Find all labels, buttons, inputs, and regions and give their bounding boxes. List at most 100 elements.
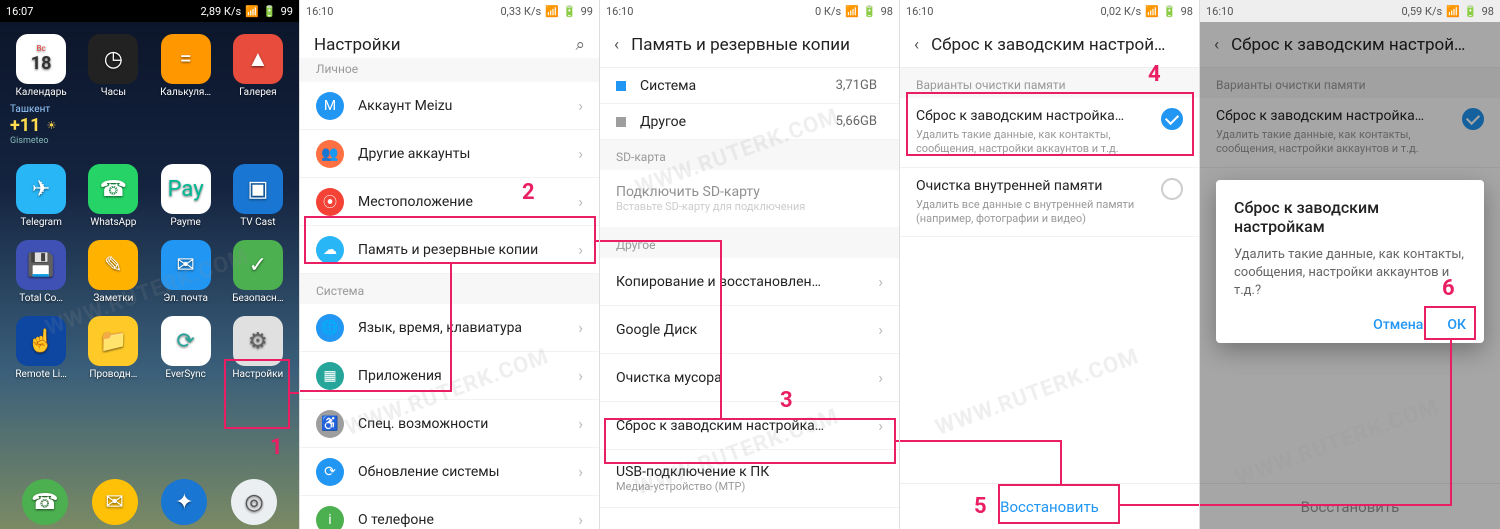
dock-app[interactable]: ✦	[161, 479, 207, 525]
app-Эл. почта[interactable]: ✉ Эл. почта	[151, 240, 221, 304]
settings-row[interactable]: ♿Спец. возможности›	[300, 400, 599, 448]
signal-icon: 📶	[1446, 5, 1460, 18]
search-icon[interactable]: ⌕	[575, 35, 585, 55]
app-Галерея[interactable]: ▲Галерея	[223, 34, 293, 98]
app-label: Payme	[170, 217, 200, 228]
opt-clear-storage[interactable]: Очистка внутренней памяти Удалить все да…	[900, 168, 1199, 238]
app-label: Проводн…	[89, 369, 137, 380]
app-Калькуля…[interactable]: =Калькуля…	[151, 34, 221, 98]
app-label: Remote Li…	[15, 369, 67, 380]
chevron-right-icon: ›	[878, 272, 883, 291]
section-personal: Личное	[300, 58, 599, 82]
battery-icon: 🔋	[863, 5, 877, 18]
app-icon: 💾	[16, 240, 66, 290]
app-Total Co…[interactable]: 💾 Total Co…	[6, 240, 76, 304]
memory-row[interactable]: USB-подключение к ПКМедиа-устройство (MT…	[600, 450, 899, 508]
chevron-right-icon: ›	[878, 368, 883, 387]
app-icon: ✉	[161, 240, 211, 290]
app-label: Часы	[101, 87, 126, 98]
memory-row[interactable]: Google Диск›	[600, 306, 899, 354]
sb-bat: 98	[881, 5, 893, 18]
restore-button[interactable]: Восстановить	[900, 483, 1199, 529]
signal-icon: 📶	[545, 5, 559, 18]
dialog-message: Удалить такие данные, как контакты, сооб…	[1234, 246, 1466, 301]
connect-sd: Подключить SD-карту Вставьте SD-карту дл…	[600, 170, 899, 228]
section-sd: SD-карта	[600, 140, 899, 170]
row-icon: 🌐	[316, 314, 344, 342]
memory-row[interactable]: Очистка мусора›	[600, 354, 899, 402]
app-EverSync[interactable]: ⟳EverSync	[151, 316, 221, 380]
color-swatch-icon	[616, 117, 626, 127]
weather-widget[interactable]: Ташкент +11 ☀ Gismeteo	[0, 98, 299, 152]
app-icon: ✈	[16, 164, 66, 214]
sb-bat: 98	[1181, 5, 1193, 18]
signal-icon: 📶	[845, 5, 859, 18]
checkbox-off-icon[interactable]	[1161, 178, 1183, 200]
app-icon: ☎	[88, 164, 138, 214]
step-4: 4	[1148, 62, 1161, 87]
settings-row[interactable]: iО телефоне›	[300, 496, 599, 529]
back-icon[interactable]: ‹	[914, 35, 919, 55]
checkbox-on-icon[interactable]	[1161, 108, 1183, 130]
step-5: 5	[974, 494, 987, 519]
dock-app[interactable]: ☎	[22, 479, 68, 525]
app-Remote Li…[interactable]: ☝ Remote Li…	[6, 316, 76, 380]
app-Проводн…[interactable]: 📁Проводн…	[78, 316, 148, 380]
settings-row[interactable]: MАккаунт Meizu›	[300, 82, 599, 130]
app-Telegram[interactable]: ✈Telegram	[6, 164, 76, 228]
sb-bat: 98	[1482, 5, 1494, 18]
status-bar: 16:10 0,33 К/s📶🔋99	[300, 0, 599, 22]
row-label: Очистка мусора	[616, 370, 878, 386]
wifi-icon: 📶	[245, 5, 259, 18]
app-label: Календарь	[16, 87, 67, 98]
dock-app[interactable]: ✉	[92, 479, 138, 525]
sb-net: 0,02 К/s	[1100, 5, 1141, 18]
app-Часы[interactable]: ◷ Часы	[78, 34, 148, 98]
app-Заметки[interactable]: ✎Заметки	[78, 240, 148, 304]
storage-row: Система3,71GB	[600, 68, 899, 104]
dock-app[interactable]: ◎	[231, 479, 277, 525]
battery-icon: 🔋	[1464, 5, 1478, 18]
memory-row[interactable]: Копирование и восстановлен…›	[600, 258, 899, 306]
settings-row[interactable]: ⦿Местоположение›	[300, 178, 599, 226]
section-other: Другое	[600, 228, 899, 258]
app-label: Эл. почта	[163, 293, 208, 304]
opt-factory-reset[interactable]: Сброс к заводским настройка… Удалить так…	[900, 98, 1199, 168]
chevron-right-icon: ›	[578, 96, 583, 115]
app-icon: ☝	[16, 316, 66, 366]
app-label: Total Co…	[19, 293, 63, 304]
app-label: Настройки	[232, 369, 283, 380]
settings-title: Настройки	[314, 35, 575, 55]
chevron-right-icon: ›	[578, 510, 583, 529]
row-sublabel: Медиа-устройство (MTP)	[616, 480, 745, 493]
app-Настройки[interactable]: ⚙ Настройки	[223, 316, 293, 380]
settings-row[interactable]: ⟳Обновление системы›	[300, 448, 599, 496]
chevron-right-icon: ›	[578, 144, 583, 163]
battery-icon: 🔋	[563, 5, 577, 18]
row-label: Приложения	[358, 368, 578, 384]
back-icon[interactable]: ‹	[614, 35, 619, 55]
app-icon: ⚙	[233, 316, 283, 366]
app-label: Заметки	[93, 293, 133, 304]
row-label: Местоположение	[358, 194, 578, 210]
app-WhatsApp[interactable]: ☎WhatsApp	[78, 164, 148, 228]
color-swatch-icon	[616, 81, 626, 91]
app-Календарь[interactable]: Вс18Календарь	[6, 34, 76, 98]
sb-time: 16:07	[6, 5, 33, 18]
row-label: Другие аккаунты	[358, 146, 578, 162]
app-icon: ◷	[88, 34, 138, 84]
cancel-button[interactable]: Отмена	[1373, 317, 1423, 333]
chevron-right-icon: ›	[578, 462, 583, 481]
storage-value: 5,66GB	[836, 114, 877, 129]
app-Payme[interactable]: PayPayme	[151, 164, 221, 228]
app-label: EverSync	[165, 369, 205, 380]
app-TV Cast[interactable]: ▣TV Cast	[223, 164, 293, 228]
memory-row[interactable]: Сброс к заводским настройка…›	[600, 402, 899, 450]
row-icon: ⟳	[316, 458, 344, 486]
app-Безопасн…[interactable]: ✓Безопасн…	[223, 240, 293, 304]
ok-button[interactable]: ОК	[1447, 317, 1466, 333]
settings-row[interactable]: 👥Другие аккаунты›	[300, 130, 599, 178]
weather-temp: +11	[10, 115, 40, 136]
storage-label: Система	[640, 78, 836, 94]
sb-net: 0,59 К/s	[1401, 5, 1442, 18]
